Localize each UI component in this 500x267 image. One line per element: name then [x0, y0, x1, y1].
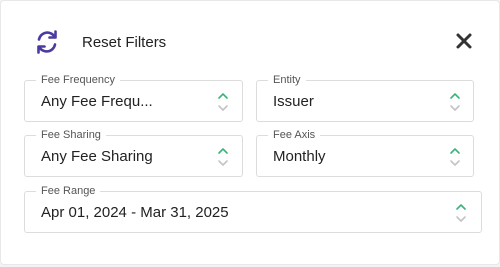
fee-sharing-value: Any Fee Sharing [41, 148, 153, 165]
fee-frequency-select[interactable]: Fee Frequency Any Fee Frequ... [24, 73, 243, 122]
select-chevrons-icon [450, 148, 460, 166]
fee-sharing-select[interactable]: Fee Sharing Any Fee Sharing [24, 128, 243, 177]
fee-range-label: Fee Range [36, 184, 101, 198]
select-chevrons-icon [450, 93, 460, 111]
select-chevrons-icon [456, 204, 466, 222]
fee-range-picker[interactable]: Fee Range Apr 01, 2024 - Mar 31, 2025 [24, 184, 482, 233]
select-chevrons-icon [218, 93, 228, 111]
reset-filters-button[interactable]: Reset Filters [33, 26, 166, 58]
reset-filters-label: Reset Filters [82, 33, 167, 51]
fee-frequency-value: Any Fee Frequ... [41, 93, 153, 110]
filters-panel: Reset Filters Fee Frequency Any Fee Freq… [0, 0, 500, 265]
refresh-icon [37, 30, 57, 54]
fee-axis-select[interactable]: Fee Axis Monthly [256, 128, 474, 177]
entity-value: Issuer [273, 93, 314, 110]
fee-sharing-label: Fee Sharing [36, 128, 106, 142]
close-icon[interactable] [455, 32, 473, 50]
fee-range-value: Apr 01, 2024 - Mar 31, 2025 [41, 204, 229, 221]
fee-frequency-label: Fee Frequency [36, 73, 120, 87]
entity-select[interactable]: Entity Issuer [256, 73, 474, 122]
fee-axis-value: Monthly [273, 148, 326, 165]
fee-axis-label: Fee Axis [268, 128, 321, 142]
entity-label: Entity [268, 73, 306, 87]
select-chevrons-icon [218, 148, 228, 166]
